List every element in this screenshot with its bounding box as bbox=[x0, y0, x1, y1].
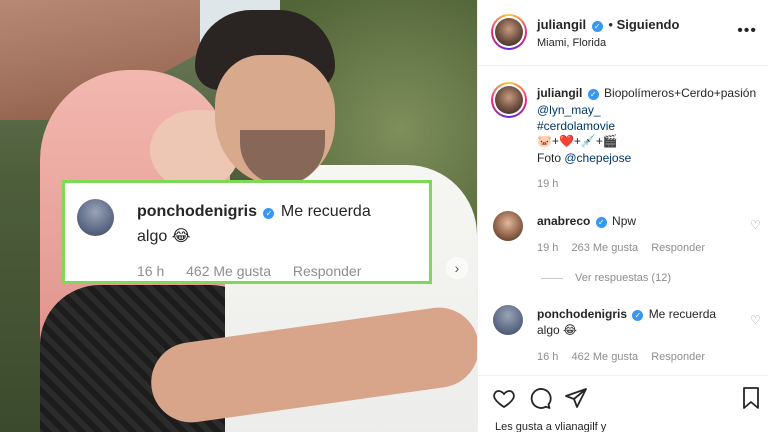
post-author[interactable]: juliangil bbox=[537, 17, 586, 32]
caption-emoji-line: 🐷+❤️+💉+🎬 bbox=[537, 134, 618, 148]
comment-meta: 16 h 462 Me gusta Responder bbox=[137, 263, 379, 279]
comment-time: 16 h bbox=[537, 351, 559, 363]
verified-badge-icon: ✓ bbox=[263, 208, 275, 219]
avatar[interactable] bbox=[77, 199, 114, 236]
verified-badge-icon: ✓ bbox=[595, 217, 607, 228]
comment-meta: 16 h 462 Me gusta Responder bbox=[537, 351, 715, 363]
verified-badge-icon: ✓ bbox=[632, 310, 644, 321]
reply-button[interactable]: Responder bbox=[651, 351, 705, 363]
post-side-panel: juliangil ✓ • Siguiendo Miami, Florida •… bbox=[477, 0, 768, 432]
share-icon[interactable] bbox=[564, 386, 588, 410]
post-action-bar bbox=[478, 375, 768, 419]
avatar[interactable] bbox=[491, 82, 527, 118]
caption-text: Biopolímeros+Cerdo+pasión bbox=[604, 86, 757, 100]
comment-text: Npw bbox=[612, 214, 637, 228]
comment-username[interactable]: ponchodenigris bbox=[137, 203, 257, 220]
reply-button[interactable]: Responder bbox=[293, 263, 362, 279]
avatar[interactable] bbox=[493, 305, 523, 335]
comment-text: Me recuerda bbox=[648, 307, 717, 321]
view-replies-label: Ver respuestas (12) bbox=[575, 272, 671, 284]
replies-divider bbox=[541, 277, 563, 279]
avatar[interactable] bbox=[491, 14, 527, 50]
photo-credit-user[interactable]: @chepejose bbox=[564, 151, 631, 165]
comment-meta: 19 h 263 Me gusta Responder bbox=[537, 242, 715, 254]
comment-username[interactable]: anabreco bbox=[537, 214, 590, 228]
post-header: juliangil ✓ • Siguiendo Miami, Florida •… bbox=[478, 0, 768, 66]
likes-summary[interactable]: Les gusta a vlianagilf y bbox=[495, 421, 606, 432]
view-replies-button[interactable]: Ver respuestas (12) bbox=[541, 272, 671, 284]
caption-hashtag[interactable]: #cerdolamovie bbox=[537, 119, 615, 133]
comment-likes[interactable]: 462 Me gusta bbox=[186, 263, 271, 279]
comment-username[interactable]: ponchodenigris bbox=[537, 307, 627, 321]
caption-time: 19 h bbox=[537, 178, 559, 190]
avatar[interactable] bbox=[493, 211, 523, 241]
highlighted-comment-line1: ponchodenigris ✓ Me recuerda bbox=[137, 203, 371, 221]
comment-icon[interactable] bbox=[528, 386, 552, 410]
comment-likes[interactable]: 263 Me gusta bbox=[571, 242, 638, 254]
comment-text-continued: algo 😂 bbox=[537, 323, 578, 337]
comment-time: 16 h bbox=[137, 263, 165, 279]
caption-photo-credit: Foto @chepejose bbox=[537, 151, 631, 165]
caption-author[interactable]: juliangil bbox=[537, 86, 582, 100]
comment-time: 19 h bbox=[537, 242, 559, 254]
bookmark-icon[interactable] bbox=[739, 386, 763, 410]
follow-button[interactable]: Siguiendo bbox=[617, 17, 680, 32]
heart-icon[interactable]: ♡ bbox=[750, 313, 761, 327]
comment-likes[interactable]: 462 Me gusta bbox=[571, 351, 638, 363]
post-location[interactable]: Miami, Florida bbox=[537, 37, 606, 49]
post-photo[interactable]: ponchodenigris ✓ Me recuerda algo 😂 16 h… bbox=[0, 0, 477, 432]
more-options-icon[interactable]: ••• bbox=[737, 22, 757, 40]
comment-line: anabreco ✓ Npw bbox=[537, 214, 636, 228]
photo-credit-label: Foto bbox=[537, 151, 562, 165]
verified-badge-icon: ✓ bbox=[587, 89, 599, 100]
caption-mention[interactable]: @lyn_may_ bbox=[537, 103, 601, 117]
heart-icon[interactable] bbox=[492, 386, 516, 410]
comment-text-continued: algo 😂 bbox=[137, 228, 191, 245]
heart-icon[interactable]: ♡ bbox=[750, 218, 761, 232]
post-author-line: juliangil ✓ • Siguiendo bbox=[537, 17, 679, 32]
caption-line1: juliangil ✓ Biopolímeros+Cerdo+pasión bbox=[537, 86, 756, 100]
highlighted-comment: ponchodenigris ✓ Me recuerda algo 😂 16 h… bbox=[62, 180, 432, 284]
separator-dot: • bbox=[608, 17, 613, 32]
reply-button[interactable]: Responder bbox=[651, 242, 705, 254]
verified-badge-icon: ✓ bbox=[591, 21, 603, 32]
comment-text: Me recuerda bbox=[280, 203, 371, 220]
chevron-right-icon[interactable]: › bbox=[446, 257, 468, 279]
comment-line: ponchodenigris ✓ Me recuerda bbox=[537, 307, 716, 321]
